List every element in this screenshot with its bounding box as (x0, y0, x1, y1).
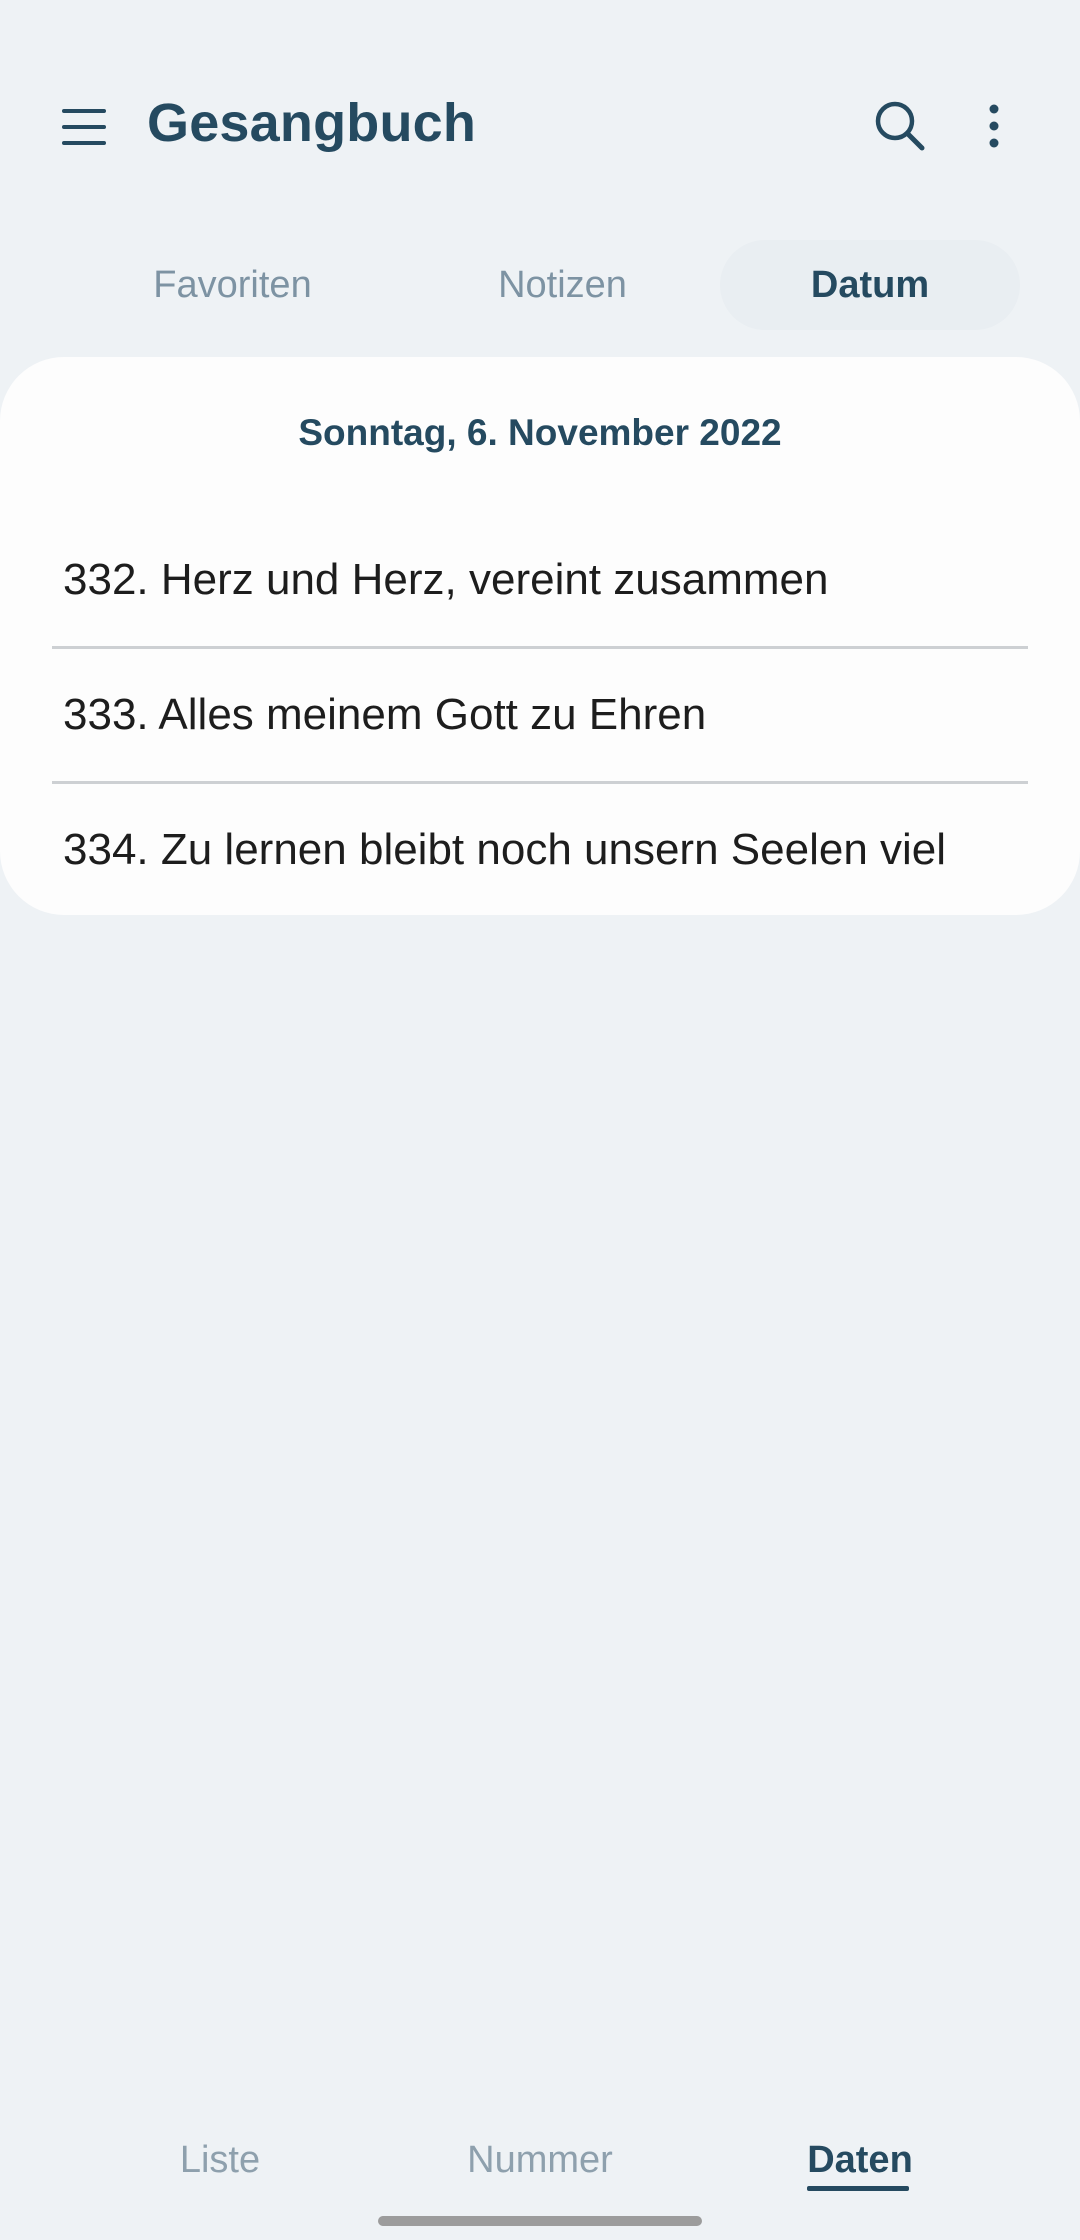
tab-notizen[interactable]: Notizen (450, 240, 675, 330)
tab-datum[interactable]: Datum (720, 240, 1020, 330)
list-item[interactable]: 332. Herz und Herz, vereint zusammen (52, 513, 1028, 647)
top-tabs: Favoriten Notizen Datum (0, 240, 1080, 330)
tab-favoriten[interactable]: Favoriten (120, 240, 345, 330)
menu-icon (62, 109, 106, 145)
app-bar: Gesangbuch (0, 0, 1080, 200)
bottom-nav: Liste Nummer Daten (0, 2120, 1080, 2200)
nav-liste[interactable]: Liste (120, 2120, 320, 2200)
more-vert-icon (989, 104, 999, 148)
date-header: Sonntag, 6. November 2022 (298, 412, 782, 453)
search-button[interactable] (860, 86, 940, 166)
nav-selected-indicator (807, 2186, 909, 2191)
list-item-label: 333. Alles meinem Gott zu Ehren (63, 690, 707, 739)
more-options-button[interactable] (954, 86, 1034, 166)
nav-nummer[interactable]: Nummer (430, 2120, 650, 2200)
list-item[interactable]: 334. Zu lernen bleibt noch unsern Seelen… (52, 783, 1028, 917)
menu-button[interactable] (44, 87, 124, 167)
list-item[interactable]: 333. Alles meinem Gott zu Ehren (52, 648, 1028, 782)
list-item-label: 334. Zu lernen bleibt noch unsern Seelen… (63, 825, 947, 874)
gesture-handle[interactable] (378, 2216, 702, 2226)
search-icon (875, 101, 925, 151)
list-item-label: 332. Herz und Herz, vereint zusammen (63, 555, 829, 604)
app-title: Gesangbuch (147, 93, 477, 153)
